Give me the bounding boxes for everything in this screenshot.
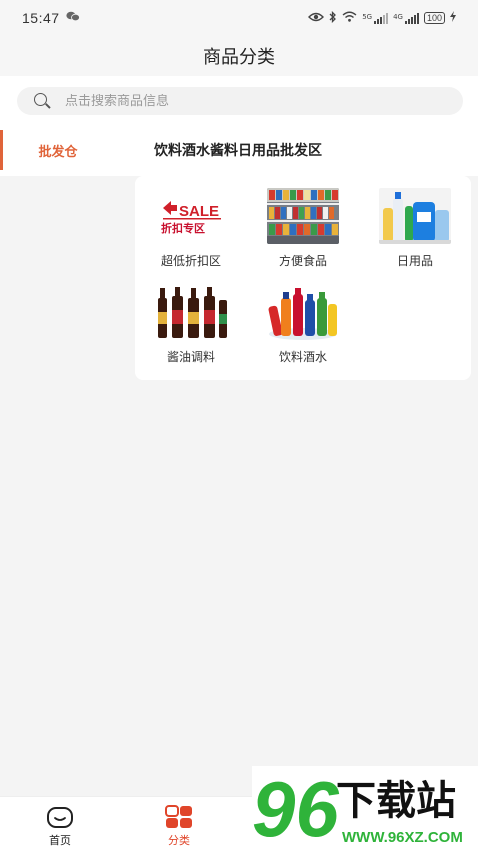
category-item-soy-sauce[interactable]: 酱油调料 <box>135 272 247 368</box>
supermarket-shelf-image <box>267 188 339 244</box>
soy-sauce-image <box>155 284 227 340</box>
sale-subtext: 折扣专区 <box>161 221 205 235</box>
sale-text: SALE <box>179 203 219 220</box>
watermark-url: WWW.96XZ.COM <box>342 829 463 846</box>
category-label: 酱油调料 <box>166 350 215 364</box>
status-time: 15:47 <box>22 10 60 26</box>
watermark-digits: 96 <box>252 766 339 850</box>
search-box[interactable] <box>17 87 463 115</box>
wechat-notification-icon <box>65 11 80 25</box>
category-sidebar: 批发仓 <box>0 124 128 796</box>
category-grid-icon <box>165 805 193 829</box>
tab-category-label: 分类 <box>168 834 190 847</box>
search-input[interactable] <box>65 93 425 109</box>
network-type-2: 4G <box>393 12 403 21</box>
battery-indicator: 100 <box>423 12 445 24</box>
category-label: 超低折扣区 <box>160 254 221 268</box>
site-watermark-logo: 96 下载站 WWW.96XZ.COM <box>252 765 478 850</box>
category-grid: SALE 折扣专区 超低折扣区 方便食品 日用品 酱油调料 饮料酒水 <box>135 176 471 380</box>
section-title: 饮料酒水酱料日用品批发区 <box>154 143 322 159</box>
eye-icon <box>308 12 325 25</box>
active-indicator <box>0 130 3 170</box>
signal-icon-1: 5G <box>362 12 389 24</box>
category-item-discount[interactable]: SALE 折扣专区 超低折扣区 <box>135 176 247 272</box>
sale-banner-image: SALE 折扣专区 <box>155 188 227 244</box>
category-label: 日用品 <box>396 254 433 268</box>
search-area <box>0 76 478 124</box>
category-label: 方便食品 <box>278 254 327 268</box>
category-item-drinks[interactable]: 饮料酒水 <box>247 272 359 368</box>
signal-icon-2: 4G <box>393 12 419 24</box>
section-header: 饮料酒水酱料日用品批发区 <box>128 124 478 176</box>
category-item-daily-goods[interactable]: 日用品 <box>359 176 471 272</box>
tab-category[interactable]: 分类 <box>139 797 219 850</box>
page-title: 商品分类 <box>203 47 275 68</box>
drinks-image <box>267 284 339 340</box>
bluetooth-icon <box>329 10 337 26</box>
sidebar-item-label: 批发仓 <box>38 144 78 160</box>
home-face-icon <box>46 805 74 829</box>
wifi-icon <box>342 11 357 25</box>
status-icons: 5G 4G 100 <box>308 10 456 26</box>
network-type-1: 5G <box>362 12 373 21</box>
sidebar-item-wholesale[interactable]: 批发仓 <box>0 124 128 176</box>
category-item-instant-food[interactable]: 方便食品 <box>247 176 359 272</box>
svg-text:下载站: 下载站 <box>336 778 456 824</box>
tab-home-label: 首页 <box>49 834 71 847</box>
page-title-bar: 商品分类 <box>0 36 478 76</box>
search-icon <box>33 92 51 110</box>
charging-icon <box>450 11 456 25</box>
status-bar: 15:47 5G 4G 100 <box>0 0 478 36</box>
tab-home[interactable]: 首页 <box>20 797 100 850</box>
daily-goods-image <box>379 188 451 244</box>
category-label: 饮料酒水 <box>278 350 327 364</box>
